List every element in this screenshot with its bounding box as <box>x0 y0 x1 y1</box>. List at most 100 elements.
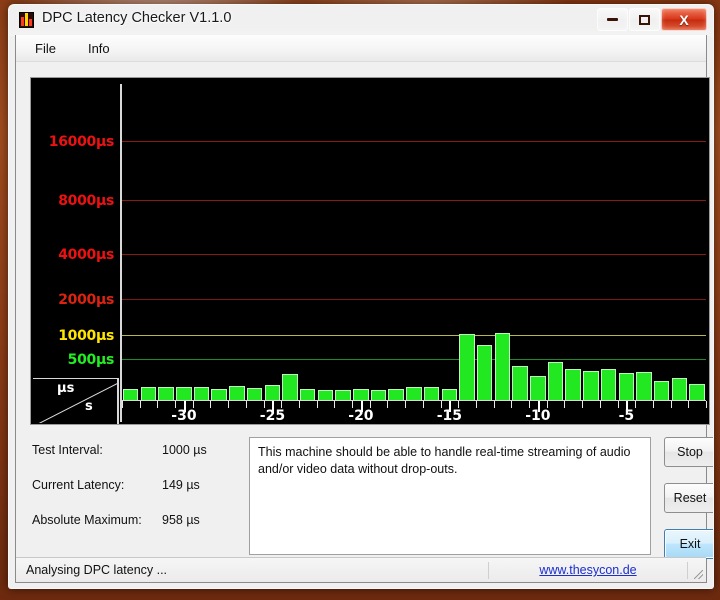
x-axis-tick <box>440 401 442 408</box>
bar <box>689 383 705 401</box>
chart-y-axis-labels: 16000µs 8000µs 4000µs 2000µs 1000µs 500µs <box>31 78 120 424</box>
resize-grip-icon[interactable] <box>688 558 706 582</box>
maximize-button[interactable] <box>629 8 660 31</box>
x-axis-tick <box>387 401 389 408</box>
x-axis-tick <box>316 401 318 408</box>
bar <box>671 378 688 401</box>
website-link[interactable]: www.thesycon.de <box>489 563 687 577</box>
chart-axis-legend: µs s <box>31 378 121 424</box>
bar <box>565 369 581 401</box>
x-axis-label--5: -5 <box>618 408 635 424</box>
x-axis-tick <box>263 401 265 408</box>
bar <box>264 384 281 401</box>
statistics-list: Test Interval: 1000 µs Current Latency: … <box>32 443 244 548</box>
x-axis-label--30: -30 <box>171 408 197 424</box>
stat-value: 958 µs <box>162 513 200 527</box>
close-button[interactable]: X <box>661 8 707 31</box>
chart-bars <box>122 84 706 401</box>
reset-button[interactable]: Reset <box>664 483 713 513</box>
message-box: This machine should be able to handle re… <box>249 437 651 555</box>
stop-button[interactable]: Stop <box>664 437 713 467</box>
x-axis-tick <box>157 401 159 408</box>
x-axis-tick <box>245 401 247 408</box>
x-axis-tick <box>210 401 212 408</box>
bar <box>530 376 546 401</box>
y-axis-label-1000: 1000µs <box>58 328 114 344</box>
bar <box>618 373 634 401</box>
application-window: DPC Latency Checker V1.1.0 X File Info 1… <box>8 4 714 589</box>
x-axis-tick <box>228 401 230 408</box>
x-axis-label--15: -15 <box>436 408 463 424</box>
window-controls: X <box>597 8 707 31</box>
bar <box>494 332 511 401</box>
bar-chart-icon <box>19 12 34 28</box>
latency-chart: 16000µs 8000µs 4000µs 2000µs 1000µs 500µs -30… <box>30 77 710 425</box>
message-text: This machine should be able to handle re… <box>258 445 631 476</box>
y-axis-label-500: 500µs <box>67 352 115 368</box>
bar <box>229 386 245 401</box>
x-axis-label--25: -25 <box>259 408 286 424</box>
chart-x-unit-label: s <box>85 399 93 414</box>
bar <box>140 387 157 401</box>
bar <box>512 365 528 401</box>
x-axis-tick <box>139 401 141 408</box>
menu-item-file[interactable]: File <box>32 39 59 58</box>
y-axis-label-4000: 4000µs <box>58 247 114 263</box>
x-axis-tick <box>652 401 654 408</box>
status-text: Analysing DPC latency ... <box>26 563 168 577</box>
x-axis-tick <box>617 401 619 408</box>
x-axis-tick <box>458 401 460 408</box>
stat-value: 1000 µs <box>162 443 207 457</box>
bar <box>193 387 210 401</box>
minimize-button[interactable] <box>597 8 628 31</box>
x-axis-tick <box>298 401 300 408</box>
bar <box>406 386 422 401</box>
status-bar: Analysing DPC latency ... www.thesycon.d… <box>16 557 706 582</box>
menu-bar: File Info <box>16 35 706 62</box>
x-axis-tick <box>529 401 531 408</box>
exit-button[interactable]: Exit <box>664 529 713 559</box>
x-axis-tick <box>511 401 513 408</box>
menu-item-info[interactable]: Info <box>85 39 113 58</box>
chart-plot-area: 16000µs 8000µs 4000µs 2000µs 1000µs 500µs -30… <box>31 78 709 424</box>
info-panel: Test Interval: 1000 µs Current Latency: … <box>16 433 713 569</box>
x-axis-tick <box>369 401 371 408</box>
x-axis-tick <box>670 401 672 408</box>
bar <box>459 333 475 401</box>
close-icon: X <box>679 11 689 28</box>
x-axis-tick <box>405 401 407 408</box>
y-axis-label-16000: 16000µs <box>48 134 115 150</box>
x-axis-tick <box>334 401 336 408</box>
stat-label: Test Interval: <box>32 443 103 457</box>
x-axis-tick <box>122 401 123 408</box>
x-axis-tick <box>422 401 424 408</box>
x-axis-tick <box>281 401 283 408</box>
window-title: DPC Latency Checker V1.1.0 <box>42 10 232 26</box>
stat-row-test-interval: Test Interval: 1000 µs <box>32 443 244 478</box>
stat-row-current-latency: Current Latency: 149 µs <box>32 478 244 513</box>
x-axis-tick <box>352 401 354 408</box>
minimize-icon <box>607 18 618 21</box>
maximize-icon <box>639 14 650 25</box>
bar <box>653 381 670 401</box>
bar <box>158 386 174 401</box>
bar <box>600 368 617 401</box>
bar <box>547 362 564 401</box>
bar <box>583 371 599 401</box>
x-axis-tick <box>582 401 584 408</box>
x-axis-tick <box>475 401 477 408</box>
client-area: File Info 16000µs 8000µs 4000µs 2000µs 1000µ… <box>15 35 713 583</box>
stat-label: Current Latency: <box>32 478 125 492</box>
title-bar[interactable]: DPC Latency Checker V1.1.0 X <box>9 5 713 36</box>
x-axis-tick <box>706 401 707 408</box>
bar <box>423 387 440 401</box>
chart-y-unit-label: µs <box>57 381 75 396</box>
x-axis-tick <box>546 401 548 408</box>
x-axis-tick <box>564 401 566 408</box>
y-axis-label-8000: 8000µs <box>58 193 114 209</box>
stat-row-absolute-maximum: Absolute Maximum: 958 µs <box>32 513 244 548</box>
bar <box>636 371 652 401</box>
bar <box>476 344 493 401</box>
bar <box>282 373 298 401</box>
x-axis-label--10: -10 <box>525 408 551 424</box>
